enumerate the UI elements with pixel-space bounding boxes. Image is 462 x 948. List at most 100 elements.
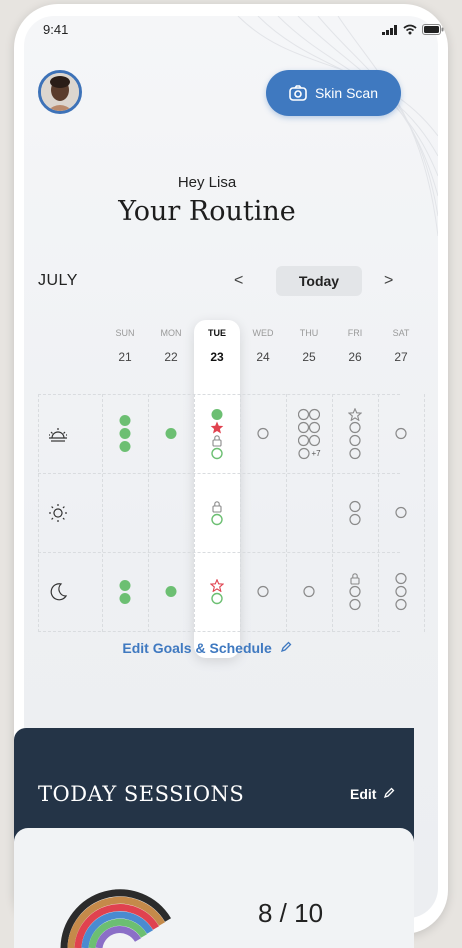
sunrise-icon — [49, 427, 67, 442]
pending-circle — [349, 447, 361, 459]
routine-cell[interactable] — [148, 552, 194, 631]
routine-cell[interactable] — [332, 394, 378, 473]
pending-circle-pair — [298, 434, 320, 446]
pending-circle — [395, 506, 407, 519]
pending-circle — [298, 447, 311, 459]
done-dot — [119, 428, 131, 439]
day-tue[interactable]: TUE 23 — [194, 320, 240, 364]
grid-line — [424, 394, 425, 632]
day-name: SAT — [392, 328, 410, 338]
routine-cell[interactable] — [286, 552, 332, 631]
camera-icon — [289, 85, 307, 101]
routine-row-icon — [38, 580, 78, 609]
active-circle — [211, 447, 223, 459]
routine-calendar: SUN 21 MON 22 TUE 23 WED 24 THU 25 FRI 26 SAT 27 +7 — [38, 320, 425, 658]
sessions-edit-label: Edit — [350, 786, 377, 802]
routine-cell[interactable] — [286, 473, 332, 552]
day-fri[interactable]: FRI 26 — [332, 320, 378, 364]
more-indicator: +7 — [297, 447, 321, 460]
day-name: MON — [160, 328, 182, 338]
calendar-grid: +7 — [38, 394, 425, 632]
routine-cell[interactable] — [194, 394, 240, 473]
prev-week-button[interactable]: < — [234, 272, 243, 290]
session-progress-card[interactable] — [14, 828, 414, 948]
pending-circle-pair — [298, 421, 320, 433]
routine-cell[interactable] — [240, 552, 286, 631]
day-number: 21 — [118, 350, 132, 364]
pending-circle — [395, 585, 407, 598]
next-week-button[interactable]: > — [384, 272, 393, 290]
pending-circle — [349, 421, 361, 433]
skin-scan-button[interactable]: Skin Scan — [266, 70, 401, 116]
pending-circle — [257, 585, 269, 598]
pending-circle — [349, 598, 361, 611]
day-sun[interactable]: SUN 21 — [102, 320, 148, 364]
pending-circle — [395, 572, 407, 585]
active-circle — [211, 592, 223, 604]
day-wed[interactable]: WED 24 — [240, 320, 286, 364]
day-number: 26 — [348, 350, 362, 364]
routine-cell[interactable] — [148, 473, 194, 552]
day-number: 25 — [302, 350, 316, 364]
day-number: 27 — [394, 350, 408, 364]
wifi-icon — [403, 24, 417, 35]
routine-row-icon — [38, 422, 78, 451]
month-label: JULY — [38, 272, 78, 289]
routine-cell[interactable] — [332, 552, 378, 631]
day-sat[interactable]: SAT 27 — [378, 320, 424, 364]
done-dot — [119, 415, 131, 426]
sun-icon — [49, 503, 67, 522]
pending-circle — [349, 434, 361, 446]
signal-icon — [382, 24, 397, 35]
sessions-title: TODAY SESSIONS — [38, 782, 245, 806]
pending-circle — [395, 427, 407, 440]
pending-circle — [349, 513, 361, 525]
done-dot — [119, 579, 131, 591]
done-dot — [165, 586, 177, 597]
pending-circle — [303, 585, 315, 598]
routine-cell[interactable] — [240, 473, 286, 552]
grid-line — [38, 631, 400, 632]
day-name: WED — [252, 328, 274, 338]
day-number: 23 — [210, 350, 224, 364]
avatar-photo — [41, 73, 79, 111]
routine-cell[interactable] — [194, 473, 240, 552]
star-outline-icon — [210, 578, 224, 592]
day-number: 22 — [164, 350, 178, 364]
pending-circle — [257, 427, 269, 440]
pending-circle — [349, 500, 361, 512]
edit-goals-button[interactable]: Edit Goals & Schedule — [0, 640, 414, 656]
day-name: FRI — [347, 328, 363, 338]
done-dot — [211, 408, 223, 420]
done-dot — [119, 592, 131, 604]
today-button[interactable]: Today — [276, 266, 362, 296]
pending-circle — [395, 598, 407, 611]
skin-scan-label: Skin Scan — [314, 85, 379, 101]
star-outline-icon — [348, 407, 362, 421]
routine-cell[interactable] — [332, 473, 378, 552]
pending-circle — [349, 585, 361, 598]
day-number: 24 — [256, 350, 270, 364]
routine-cell[interactable] — [102, 552, 148, 631]
routine-cell[interactable] — [378, 552, 424, 631]
day-mon[interactable]: MON 22 — [148, 320, 194, 364]
routine-cell[interactable] — [194, 552, 240, 631]
routine-cell[interactable] — [148, 394, 194, 473]
star-icon — [210, 421, 224, 433]
sessions-edit-button[interactable]: Edit — [350, 786, 395, 802]
routine-cell[interactable] — [102, 473, 148, 552]
routine-cell[interactable] — [378, 473, 424, 552]
active-circle — [211, 513, 223, 525]
lock-icon — [212, 434, 222, 447]
routine-cell[interactable]: +7 — [286, 394, 332, 473]
routine-cell[interactable] — [102, 394, 148, 473]
routine-cell[interactable] — [378, 394, 424, 473]
status-icons — [382, 24, 444, 35]
done-dot — [165, 428, 177, 439]
day-name: TUE — [208, 328, 226, 338]
routine-cell[interactable] — [240, 394, 286, 473]
day-thu[interactable]: THU 25 — [286, 320, 332, 364]
progress-rings-icon — [60, 889, 171, 948]
avatar[interactable] — [38, 70, 82, 114]
pencil-icon — [280, 641, 292, 653]
